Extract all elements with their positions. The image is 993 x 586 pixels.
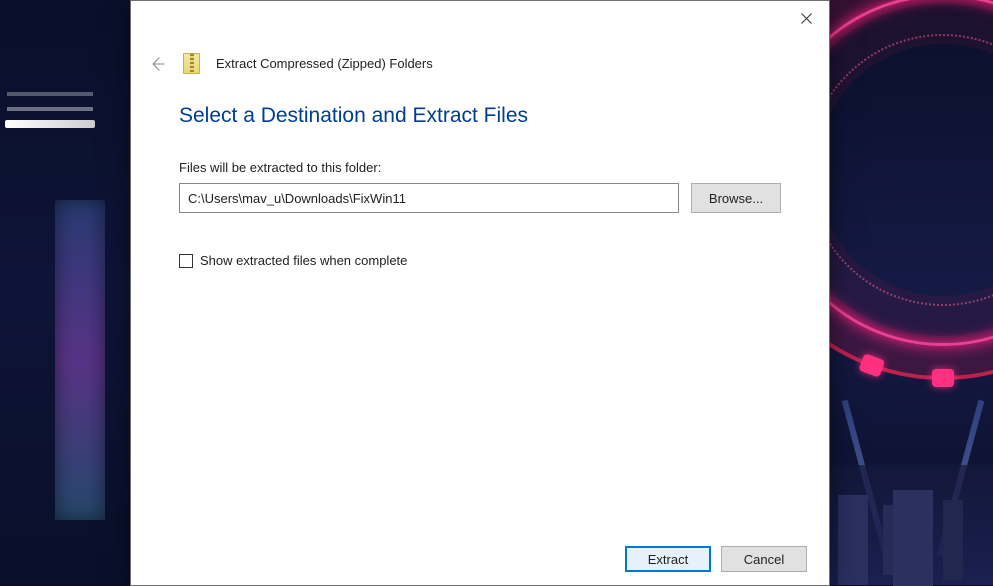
dialog-footer: Extract Cancel: [131, 533, 829, 585]
destination-row: Browse...: [179, 183, 781, 213]
zip-folder-icon: [183, 53, 200, 74]
extract-dialog: Extract Compressed (Zipped) Folders Sele…: [130, 0, 830, 586]
dialog-title: Extract Compressed (Zipped) Folders: [216, 56, 433, 71]
show-files-checkbox-row[interactable]: Show extracted files when complete: [179, 253, 781, 268]
destination-label: Files will be extracted to this folder:: [179, 160, 781, 175]
titlebar: [131, 1, 829, 45]
back-arrow-icon: [149, 56, 165, 72]
show-files-checkbox-label: Show extracted files when complete: [200, 253, 407, 268]
main-heading: Select a Destination and Extract Files: [179, 104, 781, 128]
show-files-checkbox[interactable]: [179, 254, 193, 268]
buildings-decoration: [828, 465, 993, 585]
close-button[interactable]: [783, 2, 829, 34]
back-button[interactable]: [147, 54, 167, 74]
browse-button[interactable]: Browse...: [691, 183, 781, 213]
header-row: Extract Compressed (Zipped) Folders: [131, 45, 829, 92]
desktop-background-right: [828, 0, 993, 585]
desktop-background-left: [0, 0, 130, 585]
cancel-button[interactable]: Cancel: [721, 546, 807, 572]
destination-path-input[interactable]: [179, 183, 679, 213]
dialog-content: Select a Destination and Extract Files F…: [131, 92, 829, 533]
close-icon: [801, 13, 812, 24]
extract-button[interactable]: Extract: [625, 546, 711, 572]
